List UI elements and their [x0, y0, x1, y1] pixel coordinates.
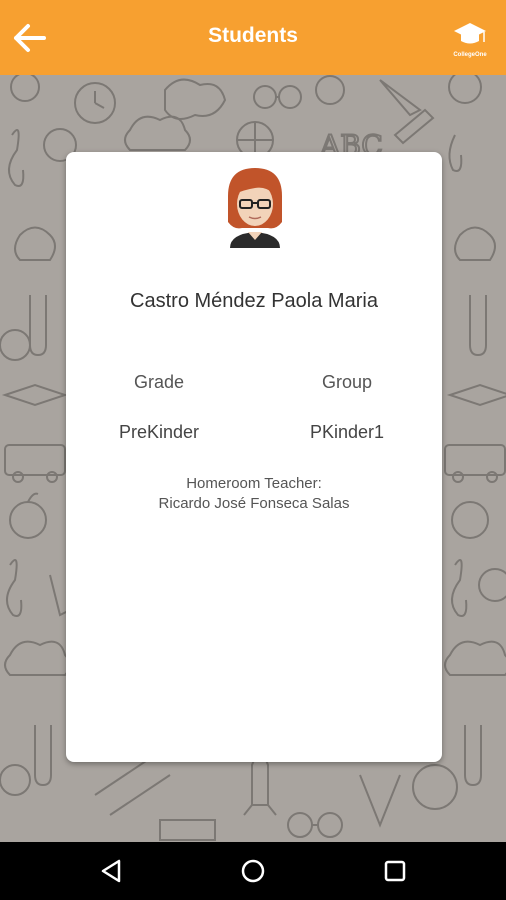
nav-home-button[interactable]: [238, 856, 268, 886]
grade-value: PreKinder: [118, 422, 200, 442]
page-title: Students: [208, 24, 298, 47]
nav-recents-button[interactable]: [380, 856, 410, 886]
student-name: Castro Méndez Paola Maria: [130, 290, 378, 312]
nav-back-button[interactable]: [97, 856, 127, 886]
homeroom-teacher-label: Homeroom Teacher:: [186, 475, 322, 492]
app-bar: Students CollegeOne: [0, 0, 506, 75]
nav-back-icon: [101, 859, 121, 883]
logo-text: CollegeOne: [453, 52, 487, 58]
student-avatar: [220, 166, 290, 248]
nav-home-icon: [241, 859, 265, 883]
group-label: Group: [321, 372, 373, 392]
system-nav-bar: [0, 842, 506, 900]
nav-recents-icon: [384, 860, 406, 882]
homeroom-teacher-name: Ricardo José Fonseca Salas: [158, 495, 350, 512]
grade-label: Grade: [133, 372, 185, 392]
group-value: PKinder1: [309, 422, 385, 442]
graduation-cap-icon: [454, 23, 486, 44]
student-card: Castro Méndez Paola Maria Grade Group Pr…: [66, 152, 442, 762]
collegeone-logo: CollegeOne: [448, 20, 492, 58]
